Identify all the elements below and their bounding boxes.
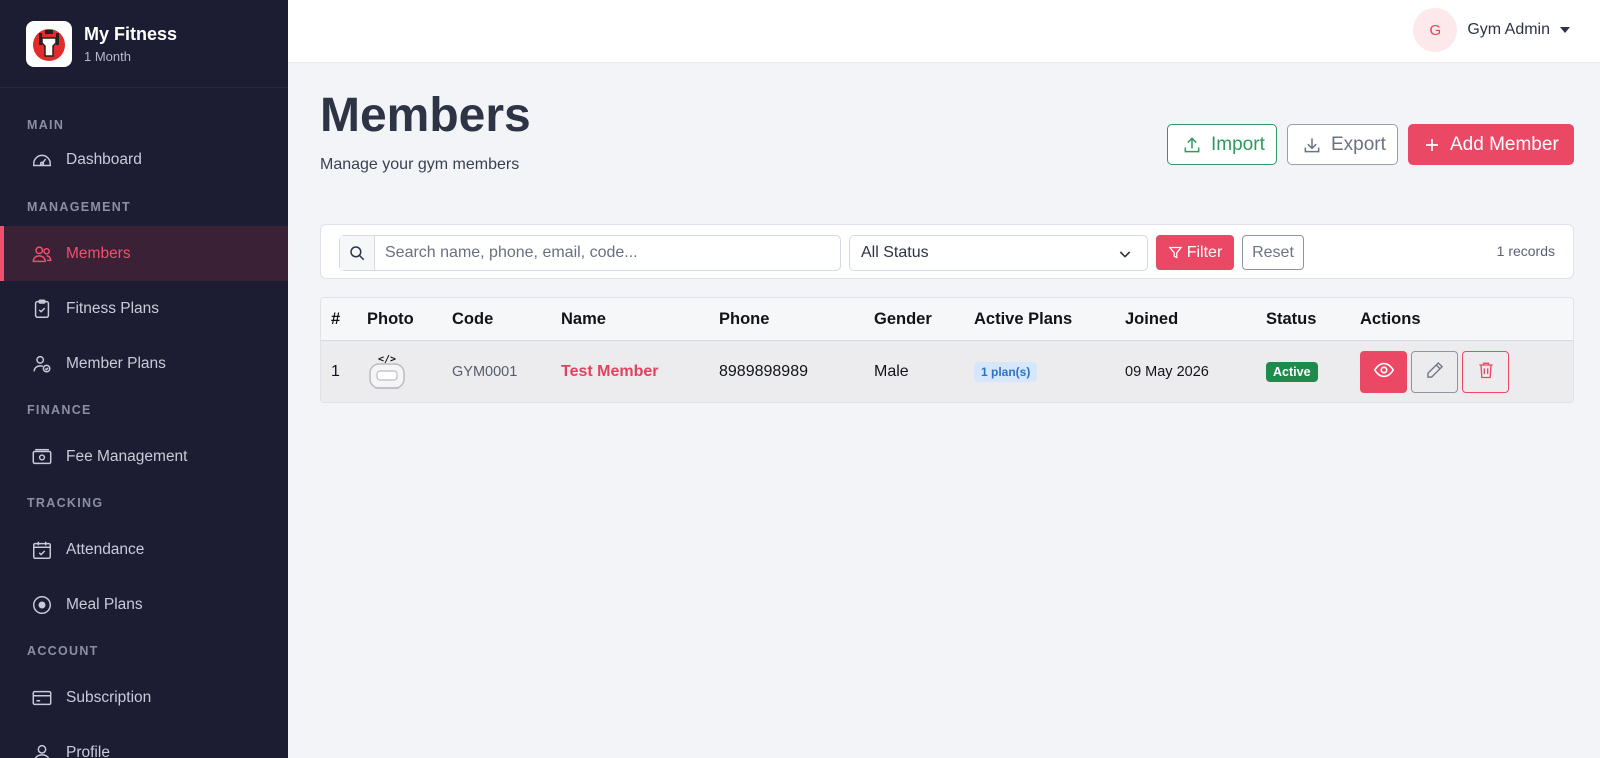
sidebar-item-fee-management[interactable]: Fee Management bbox=[0, 429, 288, 484]
brand-subtitle: 1 Month bbox=[84, 49, 131, 64]
active-plans-cell: 1 plan(s) bbox=[974, 341, 1038, 402]
sidebar-item-label: Member Plans bbox=[66, 354, 166, 372]
eye-icon bbox=[1373, 359, 1395, 386]
col-name[interactable]: Name bbox=[561, 298, 606, 341]
sidebar-item-meal-plans[interactable]: Meal Plans bbox=[0, 577, 288, 632]
col-actions: Actions bbox=[1360, 310, 1421, 328]
view-button[interactable] bbox=[1360, 351, 1407, 393]
reset-button[interactable]: Reset bbox=[1242, 235, 1304, 270]
page-subtitle: Manage your gym members bbox=[320, 156, 520, 173]
caret-down-icon[interactable] bbox=[1560, 27, 1570, 33]
brand-logo bbox=[26, 20, 72, 67]
clipboard-icon bbox=[30, 297, 54, 321]
gauge-icon bbox=[30, 148, 54, 172]
table-header: # Photo Code Name Phone Gender Active Pl… bbox=[321, 298, 1573, 341]
col-gender[interactable]: Gender bbox=[874, 298, 932, 341]
section-main: MAIN bbox=[27, 118, 65, 132]
delete-button[interactable] bbox=[1462, 351, 1509, 393]
active-plans-badge: 1 plan(s) bbox=[974, 362, 1038, 382]
user-menu[interactable]: G Gym Admin bbox=[1413, 7, 1570, 53]
member-gender: Male bbox=[874, 363, 909, 380]
filter-bar: All Status Filter Reset 1 records bbox=[320, 224, 1574, 279]
status-select[interactable]: All Status bbox=[849, 235, 1148, 271]
col-photo: Photo bbox=[367, 310, 414, 328]
sidebar-item-member-plans[interactable]: Member Plans bbox=[0, 336, 288, 391]
sidebar-item-label: Fee Management bbox=[66, 447, 188, 465]
code-monitor-icon: </> bbox=[367, 353, 407, 391]
search-input[interactable] bbox=[375, 236, 840, 270]
section-tracking: TRACKING bbox=[27, 496, 104, 510]
import-label: Import bbox=[1211, 133, 1265, 155]
sidebar-item-dashboard[interactable]: Dashboard bbox=[0, 132, 288, 188]
row-index: 1 bbox=[331, 363, 340, 380]
page-actions: Import Export Add Member bbox=[1167, 124, 1574, 165]
col-index: # bbox=[331, 310, 341, 328]
upload-icon bbox=[1182, 135, 1202, 155]
sidebar-item-subscription[interactable]: Subscription bbox=[0, 670, 288, 725]
search-icon bbox=[340, 236, 375, 270]
member-photo: </> bbox=[367, 341, 407, 402]
trash-icon bbox=[1476, 360, 1496, 385]
sidebar-item-fitness-plans[interactable]: Fitness Plans bbox=[0, 281, 288, 336]
section-finance: FINANCE bbox=[27, 403, 92, 417]
calendar-check-icon bbox=[30, 538, 54, 562]
col-status[interactable]: Status bbox=[1266, 298, 1316, 341]
pencil-icon bbox=[1425, 360, 1445, 385]
status-select-value: All Status bbox=[861, 244, 929, 261]
top-header: G Gym Admin bbox=[288, 0, 1600, 63]
sidebar-item-profile[interactable]: Profile bbox=[0, 725, 288, 758]
status-cell: Active bbox=[1266, 341, 1318, 402]
status-badge: Active bbox=[1266, 362, 1318, 382]
sidebar-item-label: Fitness Plans bbox=[66, 299, 160, 317]
chevron-down-icon bbox=[1117, 246, 1133, 267]
member-name-link[interactable]: Test Member bbox=[561, 341, 659, 402]
avatar[interactable]: G bbox=[1413, 8, 1458, 52]
add-member-label: Add Member bbox=[1450, 133, 1559, 155]
records-count: 1 records bbox=[1496, 243, 1555, 259]
user-check-icon bbox=[30, 352, 54, 376]
sidebar-item-attendance[interactable]: Attendance bbox=[0, 522, 288, 577]
export-button[interactable]: Export bbox=[1287, 124, 1398, 165]
credit-card-icon bbox=[30, 686, 54, 710]
user-name[interactable]: Gym Admin bbox=[1467, 21, 1550, 39]
add-member-button[interactable]: Add Member bbox=[1408, 124, 1574, 165]
users-icon bbox=[30, 242, 54, 266]
sidebar-item-label: Members bbox=[66, 244, 131, 262]
edit-button[interactable] bbox=[1411, 351, 1458, 393]
col-joined[interactable]: Joined bbox=[1125, 298, 1178, 341]
sidebar-item-label: Meal Plans bbox=[66, 595, 143, 613]
brand[interactable]: My Fitness 1 Month bbox=[0, 0, 288, 88]
table-row[interactable]: 1 </> GYM0001 Test Member 8989898989 Mal… bbox=[321, 341, 1573, 402]
plate-icon bbox=[30, 593, 54, 617]
col-active-plans[interactable]: Active Plans bbox=[974, 298, 1072, 341]
download-icon bbox=[1302, 135, 1322, 155]
col-phone[interactable]: Phone bbox=[719, 298, 769, 341]
sidebar-item-members[interactable]: Members bbox=[0, 226, 288, 281]
sidebar-item-label: Subscription bbox=[66, 688, 152, 706]
plus-icon bbox=[1423, 136, 1441, 154]
search-group bbox=[339, 235, 841, 271]
filter-button[interactable]: Filter bbox=[1156, 235, 1234, 270]
member-code: GYM0001 bbox=[452, 364, 518, 380]
brand-name: My Fitness bbox=[84, 24, 178, 44]
sidebar-item-label: Dashboard bbox=[66, 151, 142, 168]
section-management: MANAGEMENT bbox=[27, 200, 131, 214]
export-label: Export bbox=[1331, 133, 1386, 155]
user-icon bbox=[30, 741, 54, 758]
section-account: ACCOUNT bbox=[27, 644, 99, 658]
col-code[interactable]: Code bbox=[452, 298, 493, 341]
member-joined: 09 May 2026 bbox=[1125, 364, 1209, 380]
cash-icon bbox=[30, 445, 54, 469]
members-table: # Photo Code Name Phone Gender Active Pl… bbox=[320, 297, 1574, 403]
import-button[interactable]: Import bbox=[1167, 124, 1277, 165]
sidebar: My Fitness 1 Month MAIN Dashboard MANAGE… bbox=[0, 0, 288, 758]
filter-label: Filter bbox=[1186, 243, 1223, 261]
member-phone: 8989898989 bbox=[719, 363, 808, 380]
funnel-icon bbox=[1168, 245, 1183, 260]
sidebar-item-label: Profile bbox=[66, 743, 110, 758]
page-title: Members bbox=[320, 89, 531, 142]
sidebar-item-label: Attendance bbox=[66, 540, 145, 558]
